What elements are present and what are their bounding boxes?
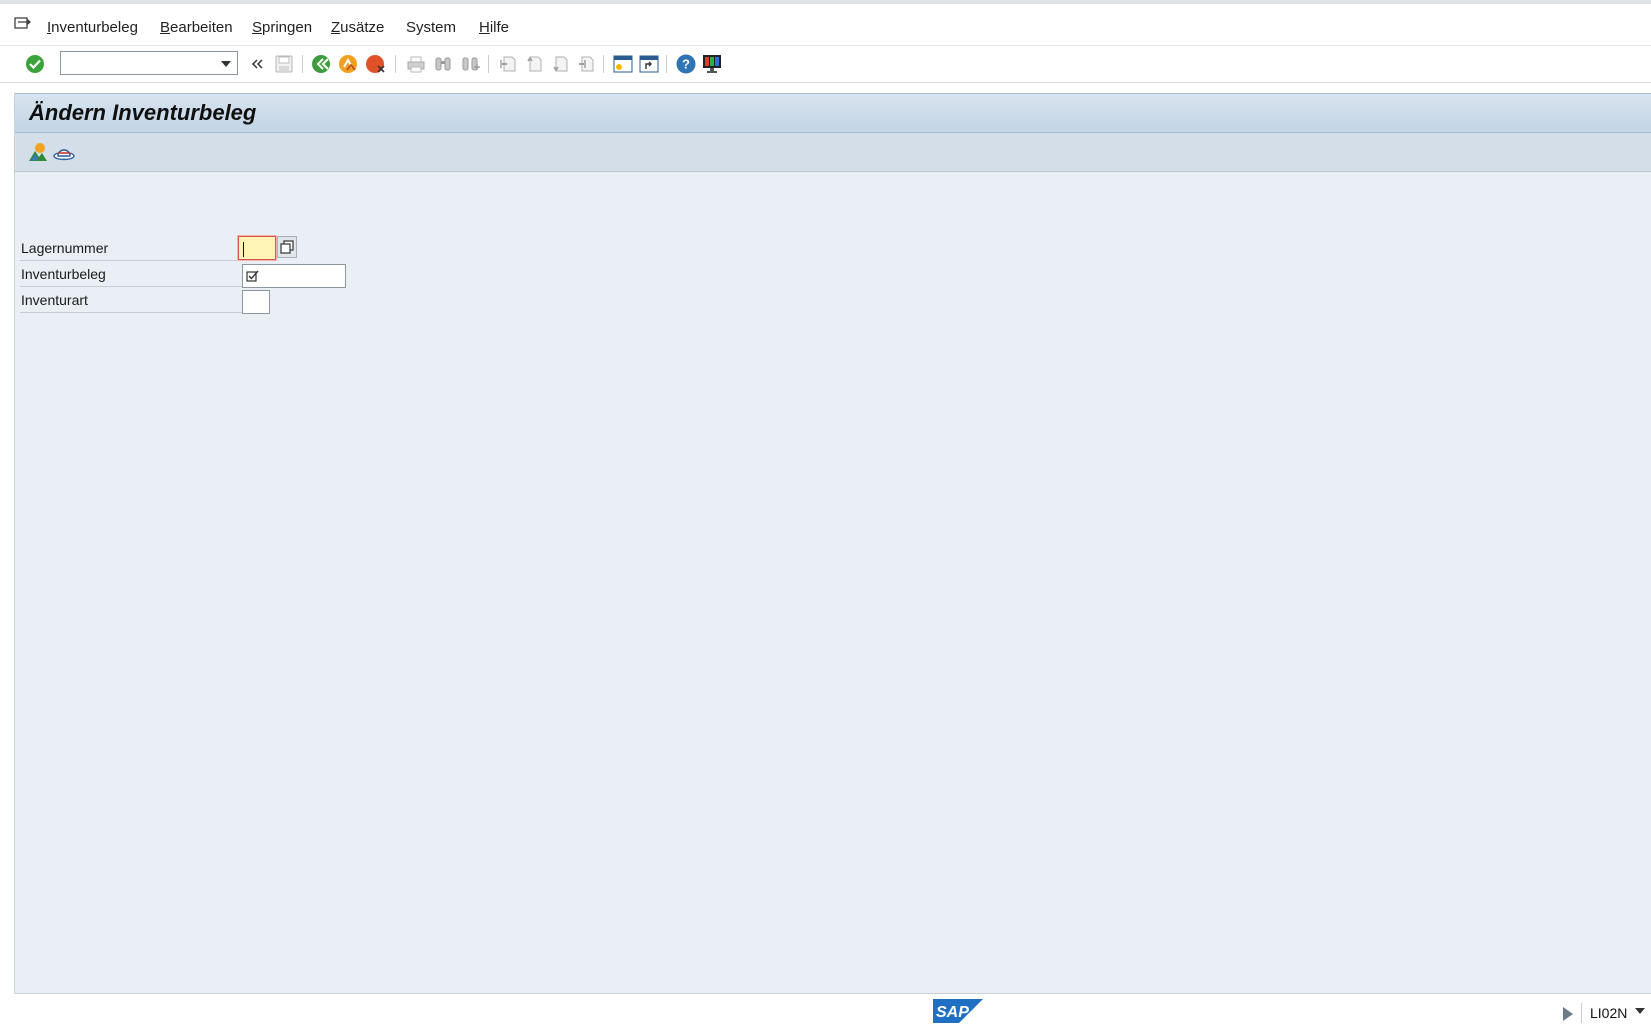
toolbar-separator <box>488 55 489 73</box>
first-page-icon[interactable] <box>497 53 519 75</box>
menu-springen[interactable]: Springen <box>252 19 312 36</box>
chevron-down-icon[interactable] <box>221 61 231 67</box>
cancel-icon[interactable] <box>365 53 387 75</box>
print-icon[interactable] <box>405 53 427 75</box>
page-title: Ändern Inventurbeleg <box>29 100 257 125</box>
inventurart-field[interactable] <box>242 290 270 314</box>
menu-inventurbeleg[interactable]: Inventurbeleg <box>47 19 138 36</box>
back-arrows-icon[interactable] <box>246 53 268 75</box>
exit-icon[interactable] <box>338 53 360 75</box>
command-field[interactable] <box>60 51 238 75</box>
title-bar: Ändern Inventurbeleg <box>15 93 1651 133</box>
find-next-icon[interactable] <box>459 53 481 75</box>
menu-system[interactable]: System <box>406 19 456 36</box>
form-row-inventurart: Inventurart <box>20 286 242 313</box>
hat-icon[interactable] <box>53 141 75 163</box>
help-icon[interactable]: ? <box>675 53 697 75</box>
new-session-icon[interactable] <box>612 53 634 75</box>
menu-expand-icon[interactable] <box>14 16 32 32</box>
save-icon[interactable] <box>273 53 295 75</box>
sap-logo: SAP <box>933 999 983 1023</box>
toolbar-separator <box>395 55 396 73</box>
inventurart-label: Inventurart <box>21 292 88 308</box>
toolbar-separator <box>666 55 667 73</box>
value-help-icon <box>280 240 294 254</box>
status-expand-icon[interactable] <box>1563 1007 1573 1021</box>
system-toolbar: ? <box>0 46 1651 83</box>
menu-bearbeiten[interactable]: Bearbeiten <box>160 19 233 36</box>
find-icon[interactable] <box>432 53 454 75</box>
create-shortcut-icon[interactable] <box>638 53 660 75</box>
toolbar-separator <box>603 55 604 73</box>
previous-page-icon[interactable] <box>523 53 545 75</box>
inventurbeleg-field[interactable] <box>242 264 346 288</box>
svg-text:?: ? <box>682 57 690 72</box>
display-change-icon[interactable] <box>27 141 49 163</box>
lagernummer-label: Lagernummer <box>21 240 109 256</box>
form-row-inventurbeleg: Inventurbeleg <box>20 260 242 287</box>
inventurbeleg-label: Inventurbeleg <box>21 266 106 282</box>
customize-layout-icon[interactable] <box>701 53 723 75</box>
menu-hilfe[interactable]: Hilfe <box>479 19 509 36</box>
text-caret <box>243 242 244 257</box>
menu-bar: Inventurbeleg Bearbeiten Springen Zusätz… <box>0 4 1651 46</box>
status-separator <box>1581 1003 1582 1023</box>
back-icon[interactable] <box>311 53 333 75</box>
toolbar-separator <box>302 55 303 73</box>
next-page-icon[interactable] <box>549 53 571 75</box>
last-page-icon[interactable] <box>575 53 597 75</box>
lagernummer-field[interactable] <box>238 236 276 260</box>
required-entry-icon <box>246 270 259 282</box>
work-area: Ändern Inventurbeleg Lagernummer Inventu… <box>14 93 1651 994</box>
transaction-code[interactable]: LI02N <box>1590 1005 1627 1021</box>
form-row-lagernummer: Lagernummer <box>20 234 242 261</box>
value-help-button[interactable] <box>277 236 297 258</box>
command-input[interactable] <box>65 53 219 75</box>
application-toolbar <box>15 133 1651 172</box>
menu-zusaetze[interactable]: Zusätze <box>331 19 384 36</box>
enter-icon[interactable] <box>24 53 46 75</box>
status-bar: SAP LI02N <box>0 995 1651 1029</box>
svg-text:SAP: SAP <box>936 1004 969 1021</box>
chevron-down-icon[interactable] <box>1635 1008 1645 1014</box>
